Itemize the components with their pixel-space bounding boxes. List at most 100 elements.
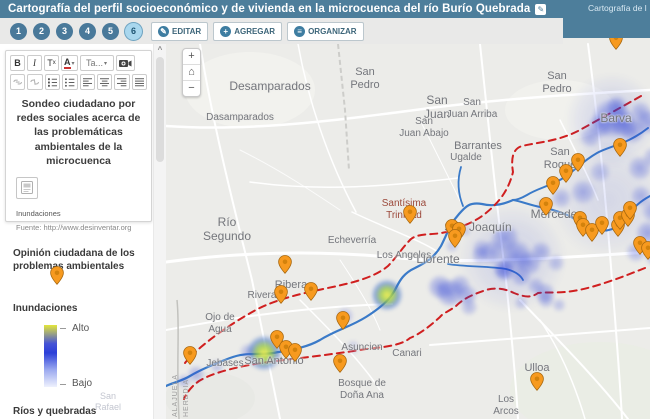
text-editor-card[interactable]: B I Tx A ▾ Ta... ▾ Sondeo ciudadano por … — [5, 50, 152, 232]
font-size-dropdown[interactable]: Ta... ▾ — [79, 55, 114, 71]
editor-toolbar-row2 — [10, 74, 147, 90]
map-marker[interactable] — [623, 201, 637, 220]
align-center-button[interactable] — [96, 74, 113, 90]
ordered-list-button[interactable] — [44, 74, 61, 90]
tab-5[interactable]: 5 — [102, 22, 119, 40]
map-place-label: Echeverría — [327, 235, 377, 246]
header-site-name[interactable]: Cartografía de l — [588, 3, 650, 13]
scrollbar-thumb[interactable] — [156, 57, 164, 162]
tab-6[interactable]: 6 — [125, 22, 142, 40]
editar-button[interactable]: ✎ EDITAR — [151, 21, 209, 41]
map-marker[interactable] — [595, 216, 609, 235]
align-center-icon — [99, 77, 110, 86]
map-marker[interactable] — [278, 255, 292, 274]
organizar-label: ORGANIZAR — [308, 26, 357, 36]
link-icon — [13, 79, 22, 85]
media-placeholder[interactable] — [16, 176, 38, 199]
legend-label-high: Alto — [72, 323, 90, 334]
map-place-label: Ugalde — [450, 152, 482, 163]
agregar-label: AGREGAR — [234, 26, 276, 36]
editor-toolbar-row1: B I Tx A ▾ Ta... ▾ — [10, 55, 147, 71]
map-place-label: Asuncion — [341, 342, 383, 353]
map-marker[interactable] — [530, 372, 544, 391]
align-justify-button[interactable] — [131, 74, 147, 90]
map-marker[interactable] — [448, 229, 462, 248]
legend-title-rivers: Ríos y quebradas — [13, 406, 97, 417]
builder-buttons: ✎ EDITAR + AGREGAR ≡ ORGANIZAR — [151, 21, 364, 41]
bold-button[interactable]: B — [10, 55, 25, 71]
italic-button[interactable]: I — [27, 55, 42, 71]
tab-3[interactable]: 3 — [56, 22, 73, 40]
legend-label-low: Bajo — [72, 378, 93, 389]
map-place-label: San Pedro — [350, 66, 380, 91]
side-panel: B I Tx A ▾ Ta... ▾ Sondeo ciudadano por … — [0, 44, 166, 419]
map-marker[interactable] — [403, 205, 417, 224]
map-place-label: Barrantes — [454, 140, 502, 152]
map-place-label: Los Arcos — [493, 394, 519, 417]
sidebar-scrollbar[interactable]: ^ — [153, 44, 166, 419]
section-tabs: 123456 — [10, 22, 142, 40]
zoom-out-button[interactable]: − — [183, 80, 200, 96]
clear-format-button[interactable]: Tx — [44, 55, 59, 71]
media-source[interactable]: Fuente: http://www.desinventar.org — [16, 223, 147, 232]
map-marker[interactable] — [304, 282, 318, 301]
header-extension — [563, 18, 650, 38]
agregar-button[interactable]: + AGREGAR — [213, 21, 283, 41]
editar-icon: ✎ — [158, 25, 169, 37]
map-marker[interactable] — [559, 164, 573, 183]
bullet-list-button[interactable] — [62, 74, 78, 90]
unlink-button[interactable] — [27, 74, 43, 90]
map-marker[interactable] — [333, 354, 347, 373]
map-place-label: San Juan Arriba — [446, 97, 498, 120]
tab-2[interactable]: 2 — [33, 22, 50, 40]
align-left-icon — [82, 77, 92, 86]
ordered-list-icon — [47, 77, 58, 87]
legend-title-floods: Inundaciones — [13, 303, 78, 314]
map-canvas[interactable]: Desamparados Dasamparados San Pedro San Jua… — [166, 38, 650, 419]
tab-1[interactable]: 1 — [10, 22, 27, 40]
legend-marker-icon — [50, 266, 64, 290]
map-place-label: Desamparados — [229, 79, 311, 93]
province-label: ALAJUELA — [172, 373, 179, 417]
align-right-button[interactable] — [114, 74, 130, 90]
map-marker[interactable] — [571, 153, 585, 172]
home-button[interactable]: ⌂ — [183, 64, 200, 80]
map-place-label: Ojo de Agua — [205, 312, 235, 335]
text-color-button[interactable]: A ▾ — [61, 55, 78, 71]
map-place-label: Barva — [600, 111, 632, 125]
unlink-icon — [30, 79, 40, 85]
editar-label: EDITAR — [172, 26, 202, 36]
map-place-label: San Pedro — [542, 70, 572, 95]
legend-gradient-bar — [44, 325, 57, 387]
map-place-label: Rivera — [247, 290, 277, 301]
media-caption[interactable]: Inundaciones — [16, 209, 147, 218]
organizar-button[interactable]: ≡ ORGANIZAR — [287, 21, 364, 41]
agregar-icon: + — [220, 25, 232, 37]
tab-4[interactable]: 4 — [79, 22, 96, 40]
scroll-up-arrow[interactable]: ^ — [154, 44, 166, 55]
legend-title-opinion: Opinión ciudadana de los problemas ambie… — [13, 248, 135, 272]
map-place-label: Llorente — [416, 252, 460, 266]
insert-media-button[interactable] — [115, 55, 135, 71]
map-marker[interactable] — [539, 197, 553, 216]
map-marker[interactable] — [274, 285, 288, 304]
map-marker[interactable] — [641, 241, 650, 260]
map-marker[interactable] — [609, 38, 623, 50]
organizar-icon: ≡ — [294, 25, 306, 37]
link-button[interactable] — [10, 74, 26, 90]
edit-title-icon[interactable]: ✎ — [535, 3, 547, 15]
map-marker[interactable] — [613, 138, 627, 157]
align-justify-icon — [134, 77, 144, 86]
zoom-in-button[interactable]: + — [183, 49, 200, 64]
map-marker[interactable] — [336, 311, 350, 330]
map-marker[interactable] — [546, 176, 560, 195]
map-marker[interactable] — [288, 343, 302, 362]
map-place-label: Bosque de Doña Ana — [338, 378, 386, 401]
legend-tick-high — [60, 328, 66, 329]
align-left-button[interactable] — [79, 74, 95, 90]
map-place-label: Canari — [392, 348, 422, 359]
map-place-label: Jebases — [206, 358, 244, 369]
camera-icon — [118, 59, 132, 67]
narrative-text[interactable]: Sondeo ciudadano por redes sociales acer… — [10, 97, 147, 168]
map-marker[interactable] — [183, 346, 197, 365]
